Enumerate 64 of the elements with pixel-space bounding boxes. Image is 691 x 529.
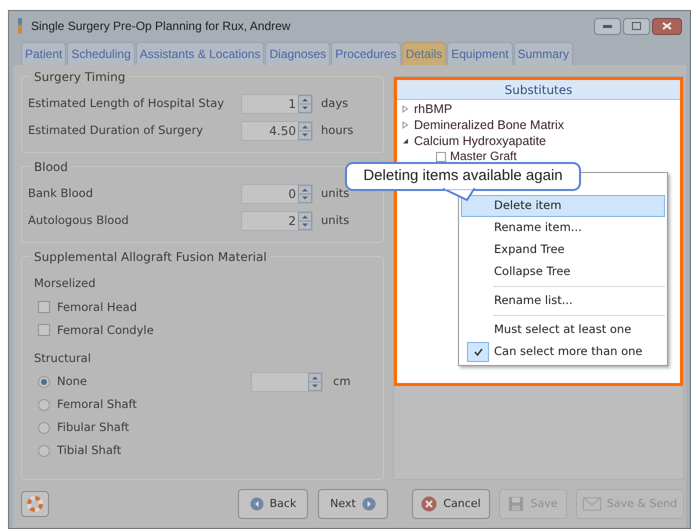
tree-item[interactable]: Demineralized Bone Matrix — [414, 116, 564, 134]
panel-header: Substitutes — [397, 80, 680, 100]
help-button[interactable] — [21, 491, 49, 517]
check-icon — [467, 342, 489, 362]
maximize-button[interactable] — [623, 18, 650, 34]
checkbox[interactable] — [436, 152, 446, 162]
close-icon — [662, 22, 672, 30]
unit-label: cm — [333, 373, 351, 390]
radio-button[interactable] — [38, 376, 50, 388]
checkbox-label: Femoral Head — [57, 298, 137, 316]
spin-arrows-icon[interactable] — [298, 94, 312, 112]
menu-item[interactable]: Collapse Tree — [461, 261, 665, 283]
radio-label: Tibial Shaft — [57, 442, 122, 460]
menu-item[interactable]: Must select at least one — [461, 319, 665, 341]
radio-label: Femoral Shaft — [57, 396, 138, 414]
field-label: Autologous Blood — [28, 212, 130, 229]
checkbox[interactable] — [38, 301, 50, 314]
field-label: Bank Blood — [28, 184, 94, 202]
spinner-field[interactable]: 1 — [241, 94, 313, 114]
envelope-icon — [582, 497, 601, 511]
minimize-button[interactable] — [594, 18, 621, 34]
spinner-field[interactable]: 4.50 — [241, 120, 313, 140]
menu-item[interactable]: Expand Tree — [461, 239, 665, 261]
menu-item[interactable]: Rename list... — [461, 290, 665, 312]
spin-arrows-icon[interactable] — [298, 212, 312, 230]
spinner-field[interactable] — [251, 372, 323, 392]
collapsed-arrow-icon[interactable] — [402, 121, 409, 129]
field-label: Estimated Length of Hospital Stay — [28, 94, 226, 112]
spin-arrows-icon[interactable] — [308, 373, 322, 391]
tree-item[interactable]: Master Graft — [450, 150, 517, 163]
radio-button[interactable] — [38, 445, 50, 457]
checkbox-label: Femoral Condyle — [57, 322, 154, 339]
window-title: Single Surgery Pre-Op Planning for Rux, Andrew — [31, 18, 292, 35]
spinner-field[interactable]: 0 — [241, 184, 313, 204]
next-button[interactable]: Next — [318, 489, 388, 519]
group-label: Structural — [34, 350, 92, 368]
unit-label: days — [321, 94, 348, 112]
close-button[interactable] — [652, 18, 682, 34]
collapsed-arrow-icon[interactable] — [402, 105, 409, 113]
thermometer-icon — [17, 18, 23, 34]
unit-label: units — [321, 212, 350, 229]
radio-label: Fibular Shaft — [57, 419, 130, 436]
cancel-icon — [421, 496, 438, 512]
menu-item[interactable]: Can select more than one — [461, 341, 665, 363]
tree-item[interactable]: Calcium Hydroxyapatite — [414, 132, 546, 150]
group-label: Morselized — [34, 275, 97, 292]
checkbox[interactable] — [38, 324, 50, 336]
back-button[interactable]: Back — [238, 489, 308, 519]
menu-item[interactable]: Rename item... — [461, 217, 665, 239]
minimize-icon — [603, 24, 612, 28]
lifebuoy-icon — [27, 496, 43, 512]
spin-arrows-icon[interactable] — [298, 122, 312, 140]
radio-button[interactable] — [38, 422, 50, 434]
unit-label: hours — [321, 122, 354, 139]
spinner-field[interactable]: 2 — [241, 210, 313, 230]
cancel-button[interactable]: Cancel — [412, 489, 490, 519]
radio-label: None — [57, 373, 88, 390]
tree-item[interactable]: rhBMP — [414, 100, 452, 118]
field-label: Estimated Duration of Surgery — [28, 122, 204, 139]
maximize-icon — [632, 22, 641, 30]
expanded-arrow-icon[interactable] — [402, 137, 409, 145]
menu-item[interactable]: Delete item — [461, 195, 665, 217]
radio-button[interactable] — [38, 399, 50, 411]
spin-arrows-icon[interactable] — [298, 184, 312, 202]
